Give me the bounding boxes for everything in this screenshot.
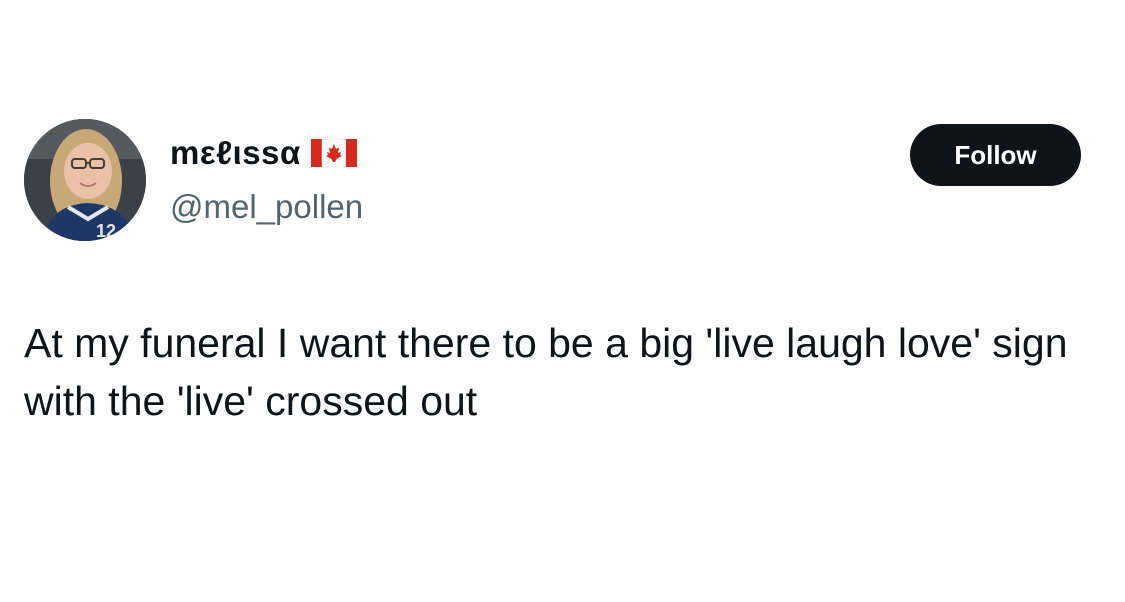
- avatar[interactable]: 12: [24, 119, 146, 241]
- canada-flag-icon: [310, 138, 357, 167]
- tweet-card: 12 mεℓιssα @mel_pollen Follow At my fune…: [0, 0, 1125, 602]
- author-name-row: mεℓιssα: [170, 136, 357, 169]
- tweet-text: At my funeral I want there to be a big '…: [24, 320, 1068, 424]
- svg-text:12: 12: [96, 221, 116, 241]
- author-handle[interactable]: @mel_pollen: [170, 190, 363, 223]
- follow-button[interactable]: Follow: [910, 124, 1081, 186]
- profile-photo: 12: [24, 119, 146, 241]
- display-name[interactable]: mεℓιssα: [170, 136, 301, 169]
